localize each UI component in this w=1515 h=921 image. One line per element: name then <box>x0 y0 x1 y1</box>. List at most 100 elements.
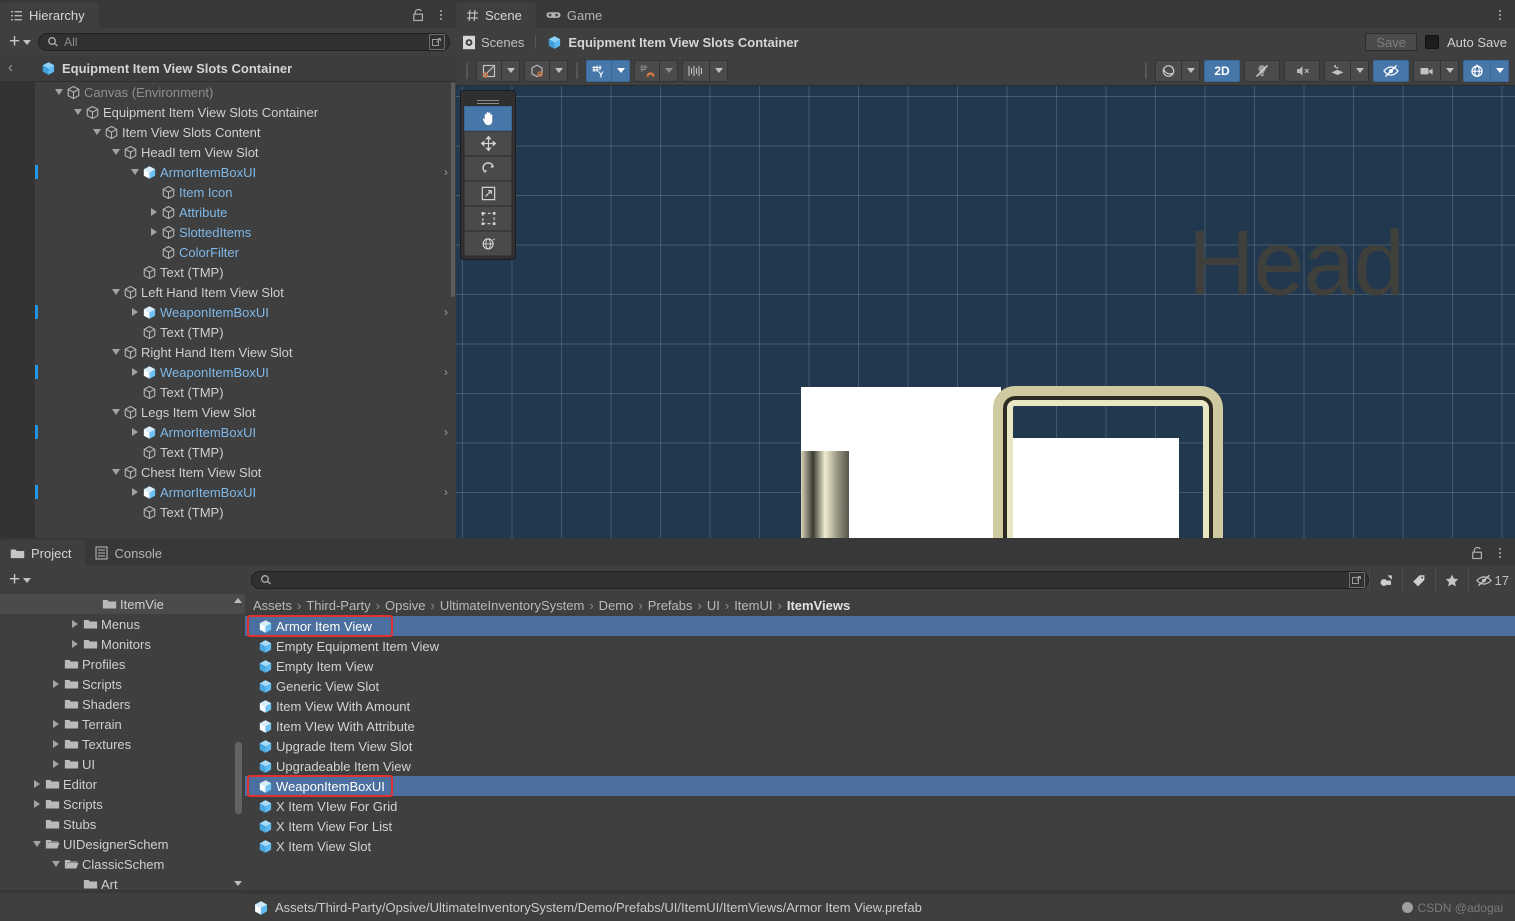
chevron-right-icon[interactable] <box>69 618 81 630</box>
chevron-right-icon[interactable] <box>148 206 160 218</box>
hierarchy-row[interactable]: WeaponItemBoxUI › <box>0 362 456 382</box>
hand-tool-button[interactable] <box>464 106 512 131</box>
chevron-down-icon[interactable] <box>710 59 728 82</box>
chevron-down-icon[interactable] <box>660 59 678 82</box>
hierarchy-row[interactable]: Left Hand Item View Slot <box>0 282 456 302</box>
breadcrumb-segment[interactable]: ItemUI <box>734 598 772 613</box>
project-folder-row[interactable]: Terrain <box>0 714 245 734</box>
open-prefab-arrow[interactable]: › <box>444 485 448 499</box>
lock-icon[interactable] <box>1471 546 1484 560</box>
breadcrumb-segment[interactable]: Assets <box>253 598 292 613</box>
project-folder-row[interactable]: Art <box>0 874 245 890</box>
save-button[interactable]: Save <box>1365 33 1417 51</box>
scene-scenes-button[interactable]: Scenes <box>462 35 524 50</box>
camera-settings-button[interactable] <box>1413 59 1459 82</box>
hierarchy-search-input[interactable]: All <box>38 33 450 51</box>
hidden-objects-count[interactable]: 17 <box>1467 569 1509 591</box>
chevron-down-icon[interactable] <box>53 86 65 98</box>
2d-toggle-button[interactable]: 2D <box>1204 59 1240 82</box>
asset-row[interactable]: WeaponItemBoxUI <box>245 776 1515 796</box>
hierarchy-row[interactable]: Right Hand Item View Slot <box>0 342 456 362</box>
project-folder-row[interactable]: Shaders <box>0 694 245 714</box>
chevron-right-icon[interactable] <box>50 718 62 730</box>
shading-mode-button[interactable] <box>1155 59 1200 82</box>
ruler-icon[interactable] <box>682 59 710 82</box>
chevron-right-icon[interactable] <box>69 638 81 650</box>
chevron-down-icon[interactable] <box>612 59 630 82</box>
sphere-icon[interactable] <box>1155 59 1182 82</box>
scale-tool-button[interactable] <box>464 181 512 206</box>
tab-hierarchy[interactable]: Hierarchy <box>0 2 99 28</box>
scene-viewport[interactable]: Head <box>456 86 1515 538</box>
chevron-right-icon[interactable] <box>129 366 141 378</box>
project-folder-row[interactable]: ClassicSchem <box>0 854 245 874</box>
tab-game[interactable]: Game <box>536 2 616 28</box>
hierarchy-row[interactable]: ArmorItemBoxUI › <box>0 482 456 502</box>
project-folder-row[interactable]: UIDesignerSchem <box>0 834 245 854</box>
kebab-menu-icon[interactable] <box>435 7 447 23</box>
breadcrumb-segment[interactable]: Third-Party <box>306 598 370 613</box>
project-folder-row[interactable]: Stubs <box>0 814 245 834</box>
tab-project[interactable]: Project <box>0 540 86 566</box>
chevron-down-icon[interactable] <box>110 146 122 158</box>
tree-scroll-down-icon[interactable] <box>232 877 244 889</box>
hierarchy-row[interactable]: Equipment Item View Slots Container <box>0 102 456 122</box>
asset-row[interactable]: X Item VIew For Grid <box>245 796 1515 816</box>
asset-row[interactable]: Armor Item View <box>245 616 1515 636</box>
hierarchy-row[interactable]: Chest Item View Slot <box>0 462 456 482</box>
chevron-right-icon[interactable] <box>129 306 141 318</box>
center-cube-icon[interactable] <box>524 59 550 82</box>
auto-save-checkbox[interactable] <box>1425 35 1439 49</box>
chevron-down-icon[interactable] <box>1441 59 1459 82</box>
hierarchy-row[interactable]: ArmorItemBoxUI › <box>0 162 456 182</box>
hierarchy-row[interactable]: Text (TMP) <box>0 502 456 522</box>
hierarchy-row[interactable]: ArmorItemBoxUI › <box>0 422 456 442</box>
asset-row[interactable]: Empty Item View <box>245 656 1515 676</box>
rotate-tool-button[interactable] <box>464 156 512 181</box>
asset-row[interactable]: X Item View Slot <box>245 836 1515 856</box>
create-object-button[interactable]: + <box>6 32 34 51</box>
project-folder-row[interactable]: Monitors <box>0 634 245 654</box>
chevron-right-icon[interactable] <box>31 778 43 790</box>
search-expand-icon[interactable] <box>1348 572 1365 588</box>
breadcrumb-segment[interactable]: Opsive <box>385 598 425 613</box>
breadcrumb-segment[interactable]: Demo <box>599 598 634 613</box>
kebab-menu-icon[interactable] <box>1494 7 1506 23</box>
toolbar-grip[interactable] <box>576 62 578 79</box>
project-folder-tree[interactable]: ItemVie Menus Monitors Profiles Scripts Shade… <box>0 594 245 890</box>
project-folder-row[interactable]: Profiles <box>0 654 245 674</box>
chevron-right-icon[interactable] <box>31 798 43 810</box>
asset-row[interactable]: Item VIew With Attribute <box>245 716 1515 736</box>
chevron-right-icon[interactable] <box>50 678 62 690</box>
chevron-down-icon[interactable] <box>110 346 122 358</box>
breadcrumb-segment[interactable]: UI <box>707 598 720 613</box>
scene-active-object[interactable]: Equipment Item View Slots Container <box>547 35 799 50</box>
kebab-menu-icon[interactable] <box>1494 545 1506 561</box>
open-prefab-arrow[interactable]: › <box>444 305 448 319</box>
project-folder-row[interactable]: UI <box>0 754 245 774</box>
chevron-right-icon[interactable] <box>50 738 62 750</box>
asset-row[interactable]: Item View With Amount <box>245 696 1515 716</box>
chevron-right-icon[interactable] <box>50 758 62 770</box>
lock-icon[interactable] <box>412 8 425 22</box>
grid-snap-toggle[interactable] <box>634 59 678 82</box>
project-folder-row[interactable]: Textures <box>0 734 245 754</box>
open-prefab-arrow[interactable]: › <box>444 425 448 439</box>
project-folder-row[interactable]: ItemVie <box>0 594 245 614</box>
tab-console[interactable]: Console <box>85 540 176 566</box>
breadcrumb-segment[interactable]: UltimateInventorySystem <box>440 598 585 613</box>
transform-tool-button[interactable] <box>464 231 512 256</box>
hierarchy-tree[interactable]: Canvas (Environment) Equipment Item View … <box>0 82 456 538</box>
tab-scene[interactable]: Scene <box>456 2 536 28</box>
project-folder-row[interactable]: Editor <box>0 774 245 794</box>
star-icon[interactable] <box>1434 569 1468 591</box>
project-folder-row[interactable]: Scripts <box>0 794 245 814</box>
project-folder-row[interactable]: Scripts <box>0 674 245 694</box>
hierarchy-row[interactable]: ColorFilter <box>0 242 456 262</box>
toolbar-grip[interactable] <box>466 62 468 79</box>
chevron-right-icon[interactable] <box>129 486 141 498</box>
gizmo-globe-icon[interactable] <box>1463 59 1491 82</box>
pivot-center-toggle[interactable] <box>524 59 568 82</box>
search-expand-icon[interactable] <box>429 34 445 50</box>
chevron-down-icon[interactable] <box>110 286 122 298</box>
